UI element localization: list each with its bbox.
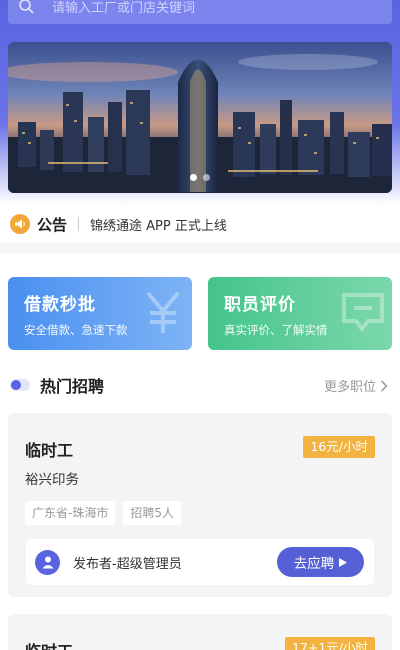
review-card[interactable]: 职员评价 真实评价、了解实情	[208, 277, 392, 350]
more-jobs-label: 更多职位	[323, 380, 376, 395]
job-title: 临时工	[25, 638, 73, 650]
notice-text: 锦绣通途 APP 正式上线	[90, 218, 227, 234]
app-page: 公告 锦绣通途 APP 正式上线 借款秒批 安全借款、急速下款 职员评价 真实评…	[0, 0, 400, 650]
chat-icon	[342, 293, 384, 333]
chevron-right-icon	[380, 379, 388, 392]
carousel-dot[interactable]	[203, 174, 210, 181]
apply-label: 去应聘	[293, 556, 335, 572]
carousel-dots	[8, 174, 392, 181]
search-input[interactable]	[52, 0, 352, 16]
job-title: 临时工	[25, 441, 74, 460]
user-avatar-icon	[35, 549, 60, 575]
job-card[interactable]: 临时工 16元/小时 裕兴印务 广东省-珠海市 招聘5人 发布者-超级管理员 去…	[8, 413, 392, 597]
play-arrow-icon	[339, 557, 348, 567]
notice-title: 公告	[37, 215, 68, 234]
megaphone-icon	[10, 214, 30, 234]
publisher-name: 发布者-超级管理员	[73, 556, 182, 572]
wage-badge: 16元/小时	[303, 436, 375, 458]
publisher-row: 发布者-超级管理员 去应聘	[26, 539, 374, 585]
company-name: 裕兴印务	[25, 472, 79, 488]
hot-jobs-header: 热门招聘 更多职位	[0, 360, 400, 410]
apply-button[interactable]: 去应聘	[277, 547, 364, 577]
yen-icon	[146, 291, 180, 333]
search-bar[interactable]	[8, 0, 392, 24]
more-jobs-link[interactable]: 更多职位	[324, 376, 388, 395]
divider	[78, 217, 80, 231]
city-skyline-image	[8, 42, 392, 193]
headcount-tag: 招聘5人	[123, 501, 181, 525]
job-list: 临时工 16元/小时 裕兴印务 广东省-珠海市 招聘5人 发布者-超级管理员 去…	[0, 410, 400, 650]
job-tags: 广东省-珠海市 招聘5人	[25, 501, 181, 525]
feature-cards: 借款秒批 安全借款、急速下款 职员评价 真实评价、了解实情	[0, 253, 400, 370]
job-card[interactable]: 临时工 17+1元/小时	[8, 614, 392, 650]
section-title: 热门招聘	[40, 377, 105, 396]
section-marker-icon	[10, 379, 30, 391]
banner-carousel[interactable]	[8, 42, 392, 193]
carousel-dot[interactable]	[190, 174, 197, 181]
location-tag: 广东省-珠海市	[25, 501, 116, 525]
loan-card[interactable]: 借款秒批 安全借款、急速下款	[8, 277, 192, 350]
search-icon	[18, 0, 34, 18]
wage-badge: 17+1元/小时	[284, 637, 375, 650]
notice-bar[interactable]: 公告 锦绣通途 APP 正式上线	[0, 205, 400, 243]
